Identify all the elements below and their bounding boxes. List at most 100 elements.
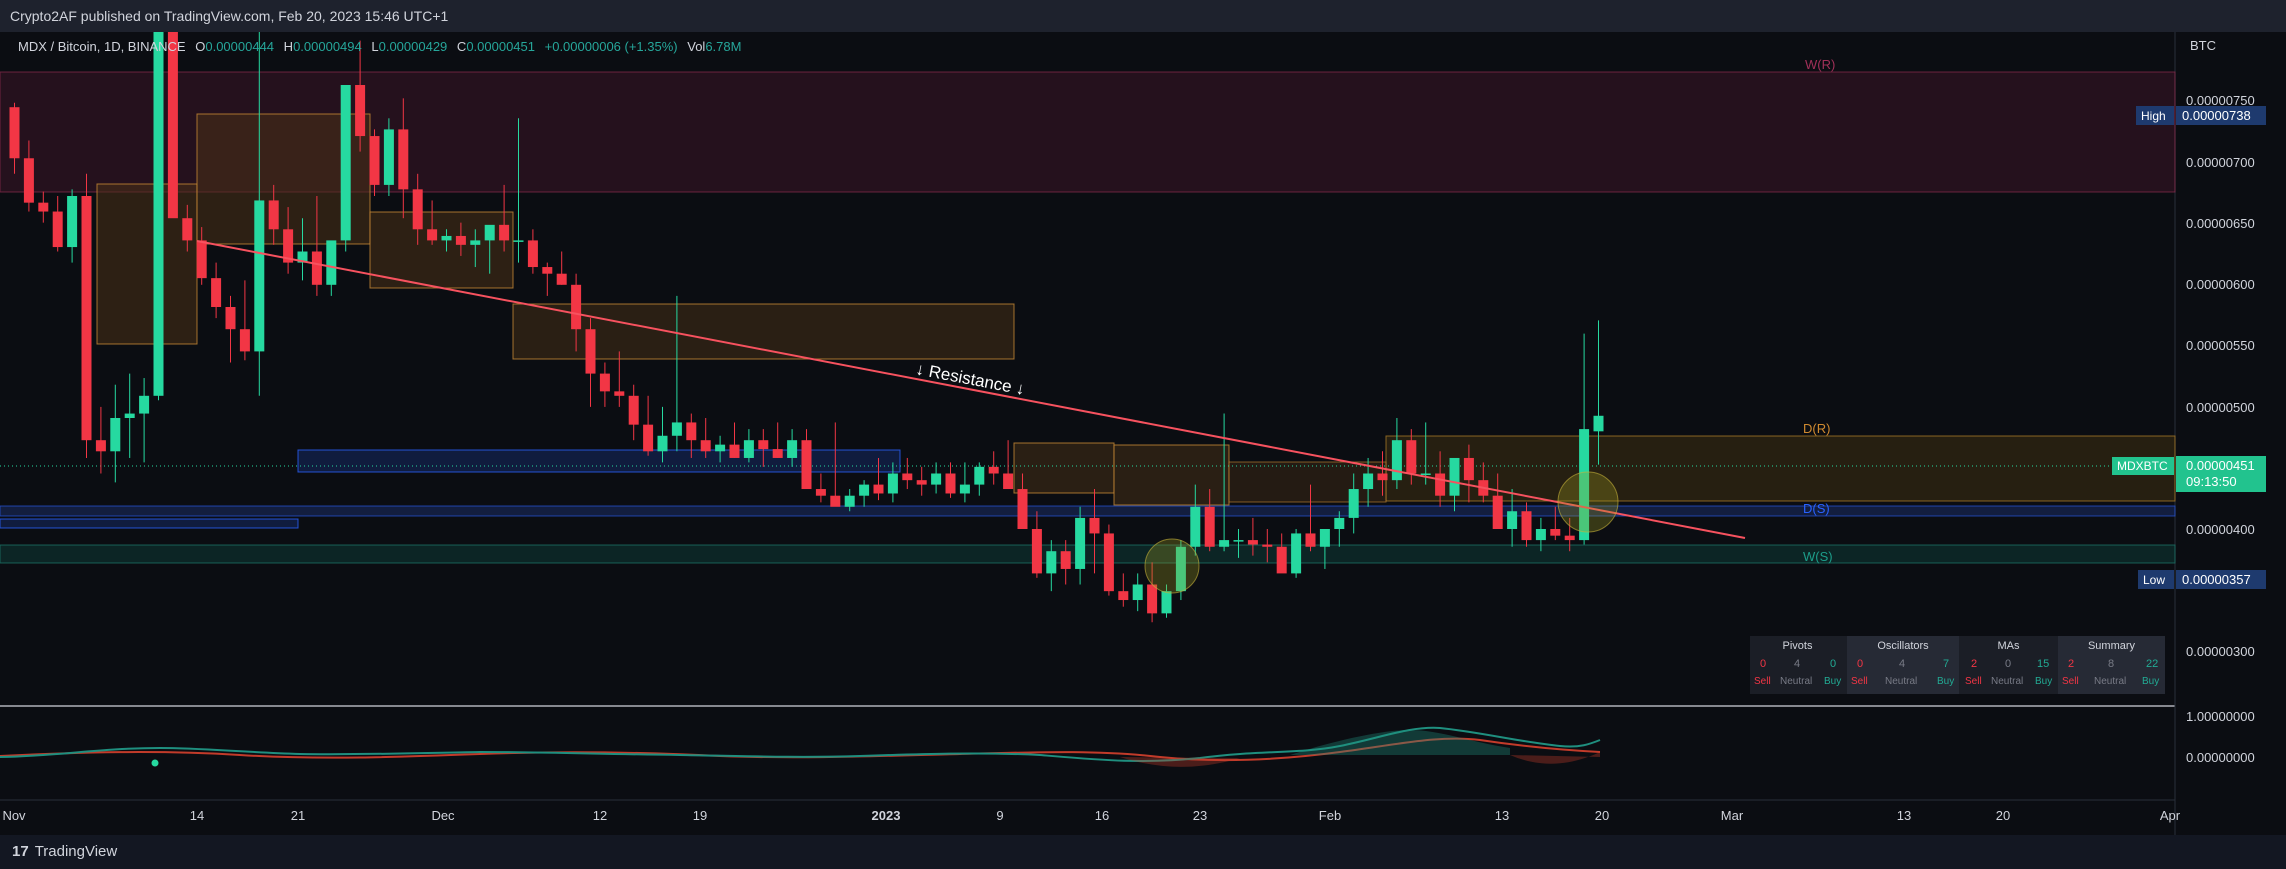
- macd-hist-down-2: [1510, 752, 1600, 764]
- candle-body: [1219, 540, 1230, 547]
- publish-header: Crypto2AF published on TradingView.com, …: [0, 0, 2286, 32]
- candle-body: [1060, 551, 1071, 569]
- time-tick: 21: [291, 808, 305, 823]
- sell-count: 0: [1760, 658, 1767, 670]
- candle-body: [1103, 533, 1114, 592]
- neutral-count: 8: [2108, 658, 2115, 670]
- candle-body: [1118, 591, 1129, 601]
- high-tag: High: [2141, 109, 2166, 123]
- candle-body: [1391, 440, 1402, 481]
- candle-body: [988, 466, 999, 474]
- candle-body: [1204, 506, 1215, 547]
- candle-body: [1406, 440, 1417, 474]
- neutral-label: Neutral: [1780, 676, 1813, 687]
- demand-box-2: [0, 518, 299, 529]
- candle-body: [1190, 506, 1201, 547]
- close-label: C: [456, 39, 467, 54]
- candle-body: [1247, 540, 1258, 545]
- candle-body: [1276, 546, 1287, 574]
- candle-body: [1262, 544, 1273, 547]
- candle-body: [729, 444, 740, 458]
- time-tick: 12: [593, 808, 607, 823]
- candle-body: [916, 480, 927, 485]
- indicator-pane: [0, 726, 1601, 767]
- chart-area[interactable]: W(R) D(R) D(S) W(S) ↓ Resistance ↓ BTC 0…: [0, 32, 2286, 835]
- supply-box-6: [1113, 444, 1230, 506]
- footer-bar: 17 TradingView: [0, 835, 2286, 869]
- ohlc-legend: MDX / Bitcoin, 1D, BINANCE O0.00000444 H…: [18, 39, 741, 54]
- candle-body: [1550, 529, 1561, 536]
- candle-body: [67, 196, 78, 248]
- price-chart[interactable]: W(R) D(R) D(S) W(S) ↓ Resistance ↓ BTC 0…: [0, 32, 2286, 835]
- candle-body: [1463, 457, 1474, 481]
- candle-body: [182, 218, 193, 241]
- tradingview-logo[interactable]: 17 TradingView: [12, 843, 117, 860]
- ws-zone: [0, 544, 2176, 564]
- sell-label: Sell: [1965, 676, 1982, 687]
- candle-body: [1003, 473, 1014, 490]
- publish-info: Crypto2AF published on TradingView.com, …: [10, 8, 449, 24]
- candle-body: [110, 418, 121, 452]
- sell-label: Sell: [1754, 676, 1771, 687]
- time-tick: Feb: [1319, 808, 1341, 823]
- candle-body: [268, 200, 279, 230]
- candle-body: [1420, 473, 1431, 475]
- candle-body: [1593, 415, 1604, 432]
- candle-body: [1233, 540, 1244, 542]
- candle-body: [959, 484, 970, 494]
- time-tick: 20: [1595, 808, 1609, 823]
- candle-body: [455, 235, 466, 245]
- candle-body: [153, 32, 164, 396]
- candle-body: [225, 307, 236, 330]
- time-tick: 2023: [872, 808, 901, 823]
- candle-body: [441, 235, 452, 241]
- symbol-tag: MDXBTC: [2117, 459, 2168, 473]
- buy-label: Buy: [2142, 676, 2160, 687]
- symbol-title[interactable]: MDX / Bitcoin, 1D, BINANCE: [18, 39, 186, 54]
- candle-body: [355, 85, 366, 137]
- candle-body: [239, 329, 250, 352]
- time-axis: Nov 14 21 Dec 12 19 2023 9 16 23 Feb 13 …: [2, 808, 2180, 823]
- candle-body: [1507, 511, 1518, 529]
- candle-body: [556, 273, 567, 285]
- candle-body: [484, 224, 495, 241]
- candle-body: [1377, 473, 1388, 481]
- candle-body: [412, 189, 423, 230]
- currency-label: BTC: [2190, 38, 2216, 53]
- candle-body: [743, 440, 754, 458]
- sell-label: Sell: [2062, 676, 2079, 687]
- price-tick: 0.00000400: [2186, 522, 2255, 537]
- supply-box-7: [1228, 461, 1387, 503]
- candle-body: [1305, 533, 1316, 547]
- time-tick: 23: [1193, 808, 1207, 823]
- supply-box-1: [96, 183, 198, 345]
- open-label: O: [195, 39, 206, 54]
- candle-body: [585, 329, 596, 374]
- time-tick: 19: [693, 808, 707, 823]
- time-tick: 14: [190, 808, 204, 823]
- group-title: Oscillators: [1877, 640, 1929, 652]
- candle-body: [95, 440, 106, 452]
- candle-body: [1492, 495, 1503, 529]
- candle-body: [527, 240, 538, 268]
- sell-count: 0: [1857, 658, 1864, 670]
- low-circle: [1144, 538, 1200, 594]
- indicator-tick: 1.00000000: [2186, 709, 2255, 724]
- price-axis: BTC 0.00000750 0.00000700 0.00000650 0.0…: [2186, 38, 2255, 765]
- buy-label: Buy: [1937, 676, 1955, 687]
- macd-cross-dot: [151, 759, 159, 767]
- breakout-circle: [1557, 471, 1619, 533]
- candle-body: [643, 424, 654, 452]
- candle-body: [758, 440, 769, 450]
- high-value: 0.00000738: [2182, 108, 2251, 123]
- candle-body: [887, 473, 898, 494]
- ws-label: W(S): [1803, 549, 1833, 564]
- technical-summary-table: Pivots 0 4 0 Sell Neutral Buy Oscillator…: [1750, 636, 2165, 694]
- candle-body: [542, 267, 553, 274]
- buy-label: Buy: [2035, 676, 2053, 687]
- candle-body: [52, 211, 63, 248]
- low-tag: Low: [2143, 573, 2165, 587]
- open-value: 0.00000444: [205, 39, 275, 54]
- supply-box-3: [369, 211, 514, 289]
- price-tick: 0.00000650: [2186, 216, 2255, 231]
